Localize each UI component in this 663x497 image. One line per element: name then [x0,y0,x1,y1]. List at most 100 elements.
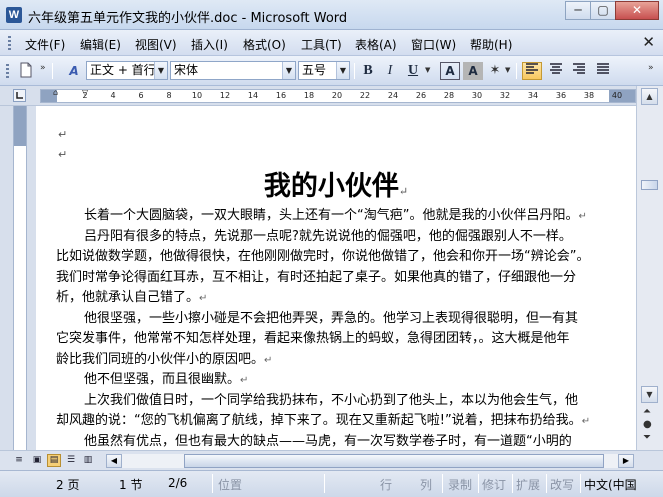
next-page-icon[interactable]: ⏷ [643,432,651,443]
status-separator [512,474,513,493]
paragraph-line: 却风趣的说：“您的飞机偏离了航线，掉下来了。现在又重新起飞啦!”说着，把抹布扔给… [56,411,616,433]
menu-insert[interactable]: 插入(I) [191,36,228,53]
menu-table[interactable]: 表格(A) [355,36,397,53]
scroll-down-arrow-icon[interactable]: ▼ [641,386,658,403]
font-combo-value: 宋体 [174,63,199,77]
scroll-right-arrow-icon[interactable]: ▶ [618,454,634,468]
menu-edit[interactable]: 编辑(E) [80,36,121,53]
menu-help[interactable]: 帮助(H) [470,36,512,53]
horizontal-ruler[interactable]: ⌂ ▽ 2 4 6 8 10 12 14 16 18 20 22 24 26 2… [40,88,636,103]
paragraph-text: 析，他就承认自己错了。 [56,290,200,305]
ruler-tick: 10 [191,91,203,100]
vertical-scrollbar[interactable]: ▲ ▼ ⏶ ● ⏷ [636,86,663,450]
chevron-down-icon[interactable]: ▼ [336,62,349,79]
paragraph-line: 析，他就承认自己错了。↵ [56,288,616,310]
menu-file[interactable]: 文件(F) [25,36,65,53]
justify-icon[interactable] [593,62,613,80]
status-overtype[interactable]: 改写 [550,476,574,493]
ruler-tick: 32 [499,91,511,100]
formatting-toolbar: » A 正文 + 首行 ▼ 宋体 ▼ 五号 ▼ B I U ▼ A A ✶ ▼ … [0,56,663,86]
emphasis-mark-icon[interactable]: ✶ [485,62,505,80]
paragraph-line: 长着一个大圆脑袋，一双大眼睛，头上还有一个“淘气疤”。他就是我的小伙伴吕丹阳。↵ [84,206,614,228]
previous-page-icon[interactable]: ⏶ [643,406,651,417]
ruler-tick: 40 [611,91,623,100]
toolbar-options-chevron-icon[interactable]: » [40,63,46,73]
ruler-tick: 38 [583,91,595,100]
close-document-icon[interactable]: ✕ [642,33,655,51]
italic-button[interactable]: I [380,62,400,80]
underline-button[interactable]: U [403,62,423,80]
chevron-down-icon[interactable]: ▼ [154,62,167,79]
toolbar-more-chevron-icon[interactable]: » [648,63,654,73]
status-separator [442,474,443,493]
chevron-down-icon[interactable]: ▼ [282,62,295,79]
select-browse-object-icon[interactable]: ● [643,419,652,430]
reading-layout-view-icon[interactable]: ▥ [81,454,95,467]
paragraph-mark: ↵ [398,185,409,198]
scroll-left-arrow-icon[interactable]: ◀ [106,454,122,468]
menu-grip-handle[interactable] [8,36,11,50]
status-page-of: 2/6 [168,476,188,490]
vertical-ruler-strip [0,106,36,450]
paragraph-mark: ↵ [240,375,249,386]
menu-tools[interactable]: 工具(T) [301,36,342,53]
paragraph-line: 比如说做数学题，他做得很快，在他刚刚做完时，你说他做错了，他会和你开一场“辨论会… [56,247,616,268]
menu-view[interactable]: 视图(V) [135,36,177,53]
status-track-changes[interactable]: 修订 [482,476,506,493]
ruler-tick: 28 [443,91,455,100]
status-record[interactable]: 录制 [448,476,472,493]
title-bar: W 六年级第五单元作文我的小伙伴.doc - Microsoft Word ─ … [0,0,663,30]
paragraph-line: 我们时常争论得面红耳赤，互不相让，有时还拍起了桌子。如果他真的错了，仔细跟他一分 [56,268,616,289]
vertical-scroll-thumb[interactable] [641,180,658,190]
paragraph-mark: ↵ [58,128,68,141]
status-extend[interactable]: 扩展 [516,476,540,493]
paragraph-line: 上次我们做值日时，一个同学给我扔抹布，不小心扔到了他头上，本以为他会生气，他 [84,391,614,412]
left-indent-marker-icon[interactable]: ⌂ [53,88,58,97]
ruler-tick: 24 [387,91,399,100]
ruler-tick: 22 [359,91,371,100]
web-layout-view-icon[interactable]: ▣ [30,454,44,467]
paragraph-mark: ↵ [58,148,68,161]
minimize-button[interactable]: ─ [565,1,591,20]
align-right-icon[interactable] [569,62,589,80]
document-page[interactable]: ↵ ↵ 我的小伙伴↵ 长着一个大圆脑袋，一双大眼睛，头上还有一个“淘气疤”。他就… [36,106,636,450]
underline-chevron-down-icon[interactable]: ▼ [425,66,430,74]
close-window-button[interactable]: ✕ [615,1,659,20]
status-language[interactable]: 中文(中国 [584,476,637,493]
center-icon[interactable] [546,62,566,80]
paragraph-mark: ↵ [199,293,208,304]
new-document-icon[interactable] [16,62,36,80]
tab-selector-icon[interactable] [13,89,26,102]
ruler-tick: 12 [219,91,231,100]
menu-bar: 文件(F) 编辑(E) 视图(V) 插入(I) 格式(O) 工具(T) 表格(A… [0,30,663,56]
scroll-up-arrow-icon[interactable]: ▲ [641,88,658,105]
font-combo[interactable]: 宋体 ▼ [170,61,296,80]
styles-and-formatting-icon[interactable]: A [64,62,84,80]
emphasis-chevron-down-icon[interactable]: ▼ [505,66,510,74]
paragraph-text: 吕丹阳有很多的特点，先说那一点呢?就先说说他的倔强吧，他的倔强跟别人不一样。 [84,228,572,244]
paragraph-text: 比如说做数学题，他做得很快，在他刚刚做完时，你说他做错了，他会和你开一场“辨论会… [56,249,590,264]
ruler-tick: 18 [303,91,315,100]
align-left-icon[interactable] [522,62,542,80]
toolbar-grip-handle[interactable] [6,64,9,80]
menu-window[interactable]: 窗口(W) [411,36,456,53]
outline-view-icon[interactable]: ☰ [64,454,78,467]
print-layout-view-icon[interactable]: ▤ [47,454,61,467]
paragraph-line: 他虽然有优点，但也有最大的缺点——马虎，有一次写数学卷子时，有一道题“小明的 [84,432,614,451]
character-shading-button[interactable]: A [463,62,483,80]
maximize-button[interactable]: ▢ [590,1,616,20]
paragraph-text: 却风趣的说：“您的飞机偏离了航线，掉下来了。现在又重新起飞啦!”说着，把抹布扔给… [56,413,582,428]
font-size-combo[interactable]: 五号 ▼ [298,61,350,80]
paragraph-text: 龄比我们同班的小伙伴小的原因吧。 [56,351,265,367]
status-position: 位置 [218,478,243,492]
word-app-icon[interactable]: W [6,7,22,23]
character-border-button[interactable]: A [440,62,460,80]
normal-view-icon[interactable]: ≡ [12,454,26,467]
paragraph-line: 龄比我们同班的小伙伴小的原因吧。↵ [56,350,616,372]
vertical-ruler[interactable] [13,106,27,450]
horizontal-scroll-thumb[interactable] [184,454,604,468]
menu-format[interactable]: 格式(O) [243,36,286,53]
bold-button[interactable]: B [358,62,378,80]
paragraph-text: 它突发事件，他常常不知怎样处理，看起来像热锅上的蚂蚁，急得团团转，。这大概是他年 [56,331,570,346]
style-combo[interactable]: 正文 + 首行 ▼ [86,61,168,80]
